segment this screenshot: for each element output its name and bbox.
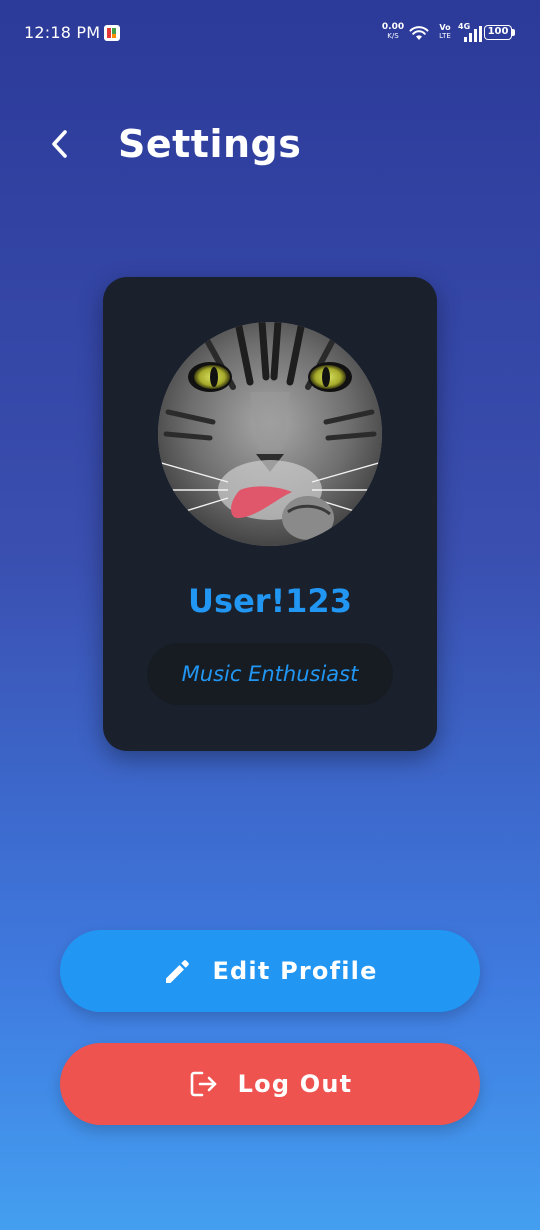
cellular-signal: 4G <box>458 22 482 42</box>
network-speed: 0.00 K/S <box>381 23 405 41</box>
chevron-left-icon <box>52 130 67 158</box>
status-time: 12:18 PM <box>24 23 101 42</box>
logout-label: Log Out <box>237 1070 353 1098</box>
logout-button[interactable]: Log Out <box>60 1043 480 1125</box>
signal-icon <box>464 26 482 42</box>
wifi-icon <box>409 26 429 40</box>
username: User!123 <box>188 582 352 620</box>
network-speed-value: 0.00 <box>381 22 405 32</box>
profile-card: User!123 Music Enthusiast <box>103 277 437 751</box>
logout-icon <box>188 1068 220 1100</box>
volte-bottom: LTE <box>439 32 451 40</box>
battery-level: 100 <box>487 26 509 37</box>
battery-icon: 100 <box>484 25 512 40</box>
edit-profile-label: Edit Profile <box>212 957 378 985</box>
avatar[interactable] <box>158 322 382 546</box>
network-speed-unit: K/S <box>387 32 399 40</box>
status-bar: 12:18 PM 0.00 K/S Vo LTE 4G 100 <box>0 0 540 66</box>
volte-top: Vo <box>439 23 451 32</box>
app-indicator-icon <box>104 25 120 41</box>
cat-photo-icon <box>158 322 382 546</box>
battery-tip <box>512 29 515 36</box>
pencil-icon <box>162 955 194 987</box>
bio-badge: Music Enthusiast <box>147 643 393 705</box>
bio-text: Music Enthusiast <box>181 662 359 686</box>
back-button[interactable] <box>36 120 84 168</box>
volte-indicator: Vo LTE <box>436 23 454 41</box>
edit-profile-button[interactable]: Edit Profile <box>60 930 480 1012</box>
page-title: Settings <box>118 122 302 166</box>
